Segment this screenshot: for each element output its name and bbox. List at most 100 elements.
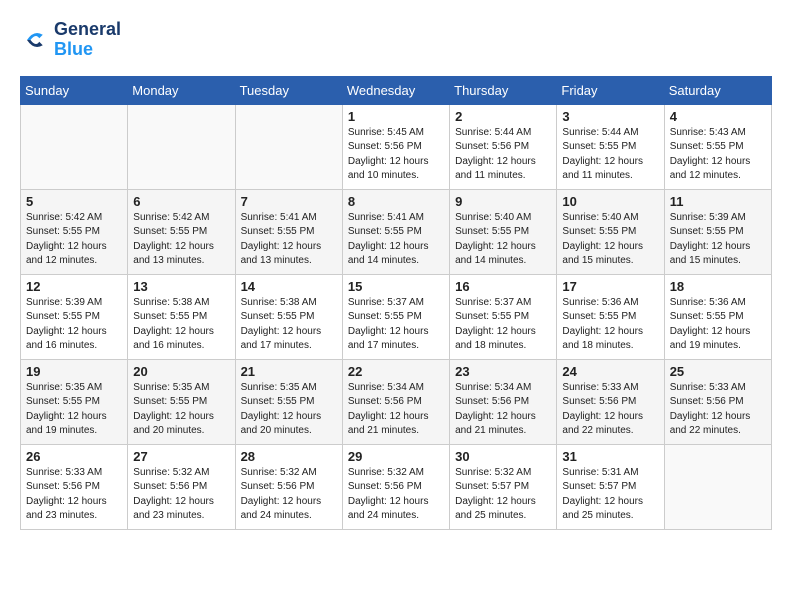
day-info: Sunrise: 5:39 AM Sunset: 5:55 PM Dayligh… [670,211,766,269]
day-number: 7 [241,194,337,209]
calendar-day-cell: 29 Sunrise: 5:32 AM Sunset: 5:56 PM Dayli… [342,444,449,529]
calendar-day-cell: 27Sunrise: 5:32 AM Sunset: 5:56 PM Dayli… [128,444,235,529]
calendar-day-cell: 18 Sunrise: 5:36 AM Sunset: 5:55 PM Dayli… [664,274,771,359]
calendar-day-cell: 6 Sunrise: 5:42 AM Sunset: 5:55 PM Daylig… [128,189,235,274]
weekday-header: Thursday [450,76,557,104]
calendar-day-cell: 2 Sunrise: 5:44 AM Sunset: 5:56 PM Daylig… [450,104,557,189]
day-number: 16 [455,279,551,294]
calendar-week-row: 12Sunrise: 5:39 AM Sunset: 5:55 PM Dayli… [21,274,772,359]
day-info: Sunrise: 5:37 AM Sunset: 5:55 PM Dayligh… [455,296,551,354]
calendar-day-cell: 11 Sunrise: 5:39 AM Sunset: 5:55 PM Dayli… [664,189,771,274]
day-info: Sunrise: 5:42 AM Sunset: 5:55 PM Dayligh… [133,211,229,269]
calendar-day-cell: 17 Sunrise: 5:36 AM Sunset: 5:55 PM Dayli… [557,274,664,359]
calendar-day-cell: 31 Sunrise: 5:31 AM Sunset: 5:57 PM Dayli… [557,444,664,529]
day-number: 22 [348,364,444,379]
calendar-day-cell: 23 Sunrise: 5:34 AM Sunset: 5:56 PM Dayli… [450,359,557,444]
calendar-day-cell: 8 Sunrise: 5:41 AM Sunset: 5:55 PM Daylig… [342,189,449,274]
calendar-day-cell: 16 Sunrise: 5:37 AM Sunset: 5:55 PM Dayli… [450,274,557,359]
calendar-day-cell: 19 Sunrise: 5:35 AM Sunset: 5:55 PM Dayli… [21,359,128,444]
day-number: 31 [562,449,658,464]
day-info: Sunrise: 5:33 AM Sunset: 5:56 PM Dayligh… [670,381,766,439]
calendar-day-cell: 9 Sunrise: 5:40 AM Sunset: 5:55 PM Daylig… [450,189,557,274]
day-number: 5 [26,194,122,209]
logo: General Blue [20,20,121,60]
day-number: 3 [562,109,658,124]
calendar-day-cell: 15Sunrise: 5:37 AM Sunset: 5:55 PM Dayli… [342,274,449,359]
logo-text: General Blue [54,20,121,60]
calendar-day-cell [128,104,235,189]
day-number: 14 [241,279,337,294]
day-info: Sunrise: 5:44 AM Sunset: 5:55 PM Dayligh… [562,126,658,184]
calendar-day-cell: 26 Sunrise: 5:33 AM Sunset: 5:56 PM Dayli… [21,444,128,529]
day-number: 6 [133,194,229,209]
day-info: Sunrise: 5:44 AM Sunset: 5:56 PM Dayligh… [455,126,551,184]
day-number: 13 [133,279,229,294]
calendar-week-row: 5 Sunrise: 5:42 AM Sunset: 5:55 PM Daylig… [21,189,772,274]
day-info: Sunrise: 5:35 AM Sunset: 5:55 PM Dayligh… [133,381,229,439]
day-number: 4 [670,109,766,124]
day-info: Sunrise: 5:36 AM Sunset: 5:55 PM Dayligh… [670,296,766,354]
day-number: 27 [133,449,229,464]
day-number: 9 [455,194,551,209]
day-number: 17 [562,279,658,294]
calendar-day-cell [664,444,771,529]
calendar-day-cell: 4 Sunrise: 5:43 AM Sunset: 5:55 PM Daylig… [664,104,771,189]
day-info: Sunrise: 5:38 AM Sunset: 5:55 PM Dayligh… [241,296,337,354]
day-info: Sunrise: 5:34 AM Sunset: 5:56 PM Dayligh… [348,381,444,439]
calendar-day-cell [235,104,342,189]
calendar-day-cell: 25 Sunrise: 5:33 AM Sunset: 5:56 PM Dayli… [664,359,771,444]
calendar-day-cell: 22 Sunrise: 5:34 AM Sunset: 5:56 PM Dayli… [342,359,449,444]
calendar-day-cell: 14 Sunrise: 5:38 AM Sunset: 5:55 PM Dayli… [235,274,342,359]
day-number: 28 [241,449,337,464]
day-number: 23 [455,364,551,379]
day-info: Sunrise: 5:35 AM Sunset: 5:55 PM Dayligh… [26,381,122,439]
day-number: 8 [348,194,444,209]
day-number: 20 [133,364,229,379]
day-info: Sunrise: 5:43 AM Sunset: 5:55 PM Dayligh… [670,126,766,184]
calendar-week-row: 26 Sunrise: 5:33 AM Sunset: 5:56 PM Dayli… [21,444,772,529]
day-info: Sunrise: 5:33 AM Sunset: 5:56 PM Dayligh… [26,466,122,524]
day-number: 26 [26,449,122,464]
day-info: Sunrise: 5:41 AM Sunset: 5:55 PM Dayligh… [241,211,337,269]
day-number: 24 [562,364,658,379]
weekday-header: Wednesday [342,76,449,104]
day-info: Sunrise: 5:39 AM Sunset: 5:55 PM Dayligh… [26,296,122,354]
calendar-day-cell: 20 Sunrise: 5:35 AM Sunset: 5:55 PM Dayli… [128,359,235,444]
day-number: 19 [26,364,122,379]
page-header: General Blue [20,20,772,60]
day-number: 18 [670,279,766,294]
calendar-week-row: 19 Sunrise: 5:35 AM Sunset: 5:55 PM Dayli… [21,359,772,444]
weekday-header: Friday [557,76,664,104]
day-info: Sunrise: 5:40 AM Sunset: 5:55 PM Dayligh… [455,211,551,269]
day-number: 1 [348,109,444,124]
calendar-day-cell: 30Sunrise: 5:32 AM Sunset: 5:57 PM Dayli… [450,444,557,529]
day-info: Sunrise: 5:45 AM Sunset: 5:56 PM Dayligh… [348,126,444,184]
calendar-day-cell: 1 Sunrise: 5:45 AM Sunset: 5:56 PM Daylig… [342,104,449,189]
day-info: Sunrise: 5:36 AM Sunset: 5:55 PM Dayligh… [562,296,658,354]
day-info: Sunrise: 5:41 AM Sunset: 5:55 PM Dayligh… [348,211,444,269]
day-info: Sunrise: 5:37 AM Sunset: 5:55 PM Dayligh… [348,296,444,354]
day-info: Sunrise: 5:32 AM Sunset: 5:56 PM Dayligh… [348,466,444,524]
day-number: 21 [241,364,337,379]
calendar-table: SundayMondayTuesdayWednesdayThursdayFrid… [20,76,772,530]
day-info: Sunrise: 5:35 AM Sunset: 5:55 PM Dayligh… [241,381,337,439]
calendar-day-cell: 28 Sunrise: 5:32 AM Sunset: 5:56 PM Dayli… [235,444,342,529]
weekday-header: Monday [128,76,235,104]
calendar-week-row: 1 Sunrise: 5:45 AM Sunset: 5:56 PM Daylig… [21,104,772,189]
day-number: 2 [455,109,551,124]
weekday-header: Sunday [21,76,128,104]
calendar-day-cell: 10Sunrise: 5:40 AM Sunset: 5:55 PM Dayli… [557,189,664,274]
day-info: Sunrise: 5:42 AM Sunset: 5:55 PM Dayligh… [26,211,122,269]
day-info: Sunrise: 5:32 AM Sunset: 5:56 PM Dayligh… [241,466,337,524]
calendar-day-cell: 21 Sunrise: 5:35 AM Sunset: 5:55 PM Dayli… [235,359,342,444]
day-info: Sunrise: 5:38 AM Sunset: 5:55 PM Dayligh… [133,296,229,354]
calendar-day-cell: 13 Sunrise: 5:38 AM Sunset: 5:55 PM Dayli… [128,274,235,359]
day-number: 11 [670,194,766,209]
day-info: Sunrise: 5:34 AM Sunset: 5:56 PM Dayligh… [455,381,551,439]
calendar-day-cell: 12Sunrise: 5:39 AM Sunset: 5:55 PM Dayli… [21,274,128,359]
day-number: 25 [670,364,766,379]
day-number: 10 [562,194,658,209]
day-number: 29 [348,449,444,464]
day-info: Sunrise: 5:31 AM Sunset: 5:57 PM Dayligh… [562,466,658,524]
calendar-header-row: SundayMondayTuesdayWednesdayThursdayFrid… [21,76,772,104]
